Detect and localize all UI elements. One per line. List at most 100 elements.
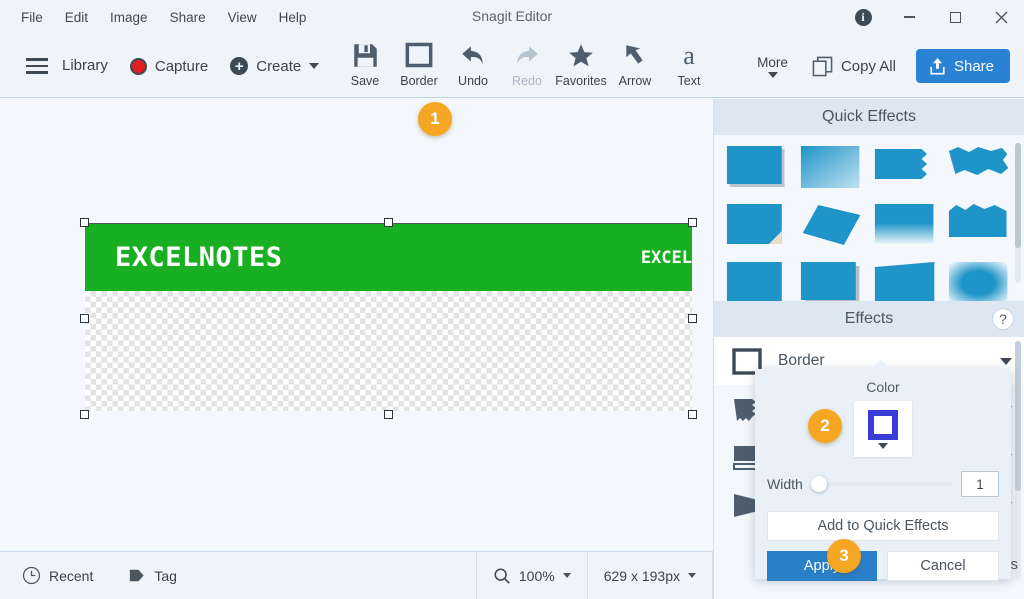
chevron-down-icon[interactable] — [878, 442, 888, 449]
redo-icon — [513, 39, 541, 71]
color-label: Color — [866, 379, 900, 395]
cancel-button[interactable]: Cancel — [887, 551, 999, 581]
save-icon — [352, 39, 379, 71]
toolbar-right-group: More Copy All Share — [753, 34, 1010, 98]
star-icon — [567, 39, 595, 71]
quick-effect-thumb[interactable] — [726, 145, 790, 191]
quick-effect-thumb[interactable] — [874, 203, 938, 249]
resize-handle-middle-left[interactable] — [80, 314, 89, 323]
undo-tool-label: Undo — [458, 74, 488, 88]
arrow-tool-button[interactable]: Arrow — [608, 34, 662, 98]
capture-label: Capture — [154, 57, 209, 75]
share-icon — [930, 57, 945, 75]
snagit-editor-window: File Edit Image Share View Help Snagit E… — [0, 0, 1024, 599]
slider-knob[interactable] — [810, 476, 827, 492]
color-picker-button[interactable] — [854, 401, 912, 457]
menu-item-share[interactable]: Share — [159, 6, 217, 29]
tag-button[interactable]: Tag — [119, 562, 185, 589]
resize-handle-bottom-left[interactable] — [80, 410, 89, 419]
arrow-tool-label: Arrow — [618, 74, 652, 88]
quick-effect-thumb[interactable] — [726, 203, 790, 249]
zoom-control[interactable]: 100% — [477, 563, 587, 589]
create-button[interactable]: + Create — [222, 53, 327, 79]
quick-effect-thumb[interactable] — [726, 261, 790, 301]
border-tool-label: Border — [400, 74, 438, 88]
quick-effect-thumb[interactable] — [874, 261, 938, 301]
maximize-icon — [949, 11, 961, 23]
quick-effect-thumb[interactable] — [800, 145, 864, 191]
quick-effect-thumb[interactable] — [800, 261, 864, 301]
redo-tool-button[interactable]: Redo — [500, 34, 554, 98]
clock-icon — [22, 566, 41, 585]
effects-title: Effects — [844, 310, 894, 327]
border-tool-button[interactable]: Border — [392, 34, 446, 98]
text-tool-button[interactable]: a Text — [662, 34, 716, 98]
image-header-band: EXCELNOTES EXCEL — [85, 223, 692, 291]
toolbar-tools-group: Save Border Undo Redo Favorites Arrow a … — [338, 34, 716, 98]
chevron-down-icon — [767, 71, 778, 78]
favorites-tool-button[interactable]: Favorites — [554, 34, 608, 98]
width-label: Width — [767, 476, 803, 492]
menu-bar: File Edit Image Share View Help — [10, 6, 317, 29]
menu-item-edit[interactable]: Edit — [54, 6, 99, 29]
recent-label: Recent — [49, 567, 94, 584]
share-button[interactable]: Share — [915, 49, 1010, 83]
quick-effect-thumb[interactable] — [948, 203, 1012, 249]
quick-effect-thumb[interactable] — [948, 145, 1012, 191]
copy-all-button[interactable]: Copy All — [806, 52, 902, 81]
save-tool-label: Save — [350, 74, 380, 88]
resize-handle-top-center[interactable] — [384, 218, 393, 227]
save-tool-button[interactable]: Save — [338, 34, 392, 98]
capture-button[interactable]: Capture — [122, 54, 216, 79]
resize-handle-bottom-center[interactable] — [384, 410, 393, 419]
svg-text:a: a — [683, 41, 695, 69]
help-icon[interactable]: ? — [992, 308, 1014, 330]
resize-handle-middle-right[interactable] — [688, 314, 697, 323]
effects-scrollbar[interactable] — [1015, 341, 1021, 581]
color-swatch[interactable] — [868, 409, 898, 440]
library-button[interactable]: Library — [12, 50, 116, 81]
search-icon — [494, 567, 510, 584]
border-icon — [405, 39, 433, 71]
menu-item-file[interactable]: File — [10, 6, 54, 29]
maximize-button[interactable] — [932, 0, 978, 34]
more-button[interactable]: More — [753, 53, 792, 80]
menu-item-help[interactable]: Help — [268, 6, 318, 29]
minimize-button[interactable] — [886, 0, 932, 34]
canvas-area[interactable]: EXCELNOTES EXCEL — [0, 99, 713, 551]
info-button[interactable]: i — [840, 0, 886, 34]
popup-actions: Apply Cancel — [767, 551, 999, 581]
add-to-quick-effects-button[interactable]: Add to Quick Effects — [767, 511, 999, 541]
dimensions-label: 629 x 193px — [603, 567, 680, 584]
resize-handle-top-left[interactable] — [80, 218, 89, 227]
resize-handle-top-right[interactable] — [688, 218, 697, 227]
dimensions-control[interactable]: 629 x 193px — [588, 564, 712, 588]
title-bar: File Edit Image Share View Help Snagit E… — [0, 0, 1024, 34]
library-label: Library — [62, 57, 108, 75]
more-label: More — [757, 54, 788, 70]
menu-item-image[interactable]: Image — [99, 6, 159, 29]
border-settings-popup: Color Width 1 Add to Quick Effects Apply… — [755, 360, 1011, 581]
share-label: Share — [953, 57, 994, 75]
quick-effect-thumb[interactable] — [948, 261, 1012, 301]
width-slider[interactable] — [810, 475, 953, 493]
quick-effects-grid — [726, 145, 1012, 301]
undo-tool-button[interactable]: Undo — [446, 34, 500, 98]
quick-effect-thumb[interactable] — [800, 203, 864, 249]
hamburger-icon — [20, 54, 54, 77]
menu-item-view[interactable]: View — [217, 6, 268, 29]
chevron-down-icon[interactable] — [1000, 357, 1012, 365]
quick-effect-thumb[interactable] — [874, 145, 938, 191]
selected-image[interactable]: EXCELNOTES EXCEL — [80, 218, 697, 419]
tag-label: Tag — [154, 567, 177, 584]
step-badge-1: 1 — [418, 102, 452, 136]
recent-button[interactable]: Recent — [14, 562, 101, 589]
resize-handle-bottom-right[interactable] — [688, 410, 697, 419]
image-brand-text: EXCELNOTES — [115, 242, 283, 273]
close-button[interactable] — [978, 0, 1024, 34]
width-value-input[interactable]: 1 — [961, 471, 999, 497]
quick-effects-scrollbar[interactable] — [1015, 143, 1021, 283]
quick-effects-header: Quick Effects — [714, 99, 1024, 135]
slider-track — [810, 482, 953, 486]
plus-icon: + — [230, 57, 249, 75]
